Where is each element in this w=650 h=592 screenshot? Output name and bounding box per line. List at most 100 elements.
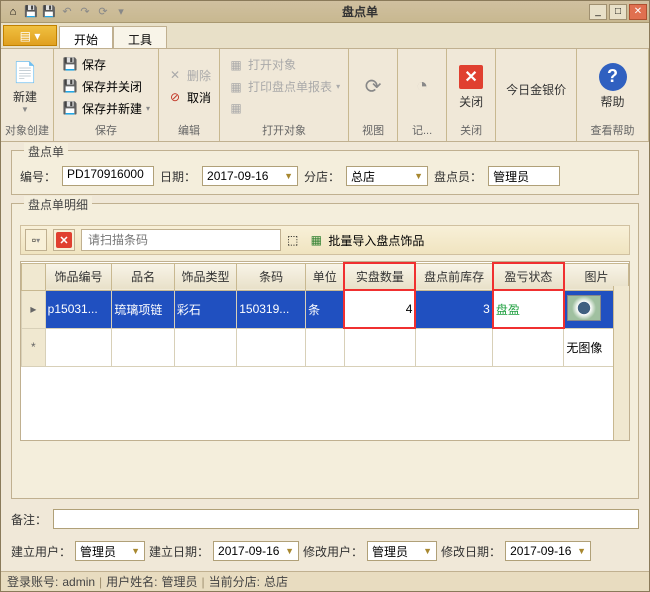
disk-close-icon: 💾 (62, 78, 78, 94)
status-user: 管理员 (162, 573, 198, 590)
mod-user-select[interactable]: 管理员▼ (367, 541, 437, 561)
clerk-select[interactable]: 管理员 (488, 166, 560, 186)
create-user-select[interactable]: 管理员▼ (75, 541, 145, 561)
barcode-icon: ⬚ (287, 233, 298, 247)
barcode-input[interactable] (81, 229, 281, 251)
undo-icon[interactable]: ↶ (59, 4, 75, 20)
delete-row-button[interactable]: ✕ (53, 229, 75, 251)
close-x-icon: ✕ (457, 63, 485, 91)
save-close-icon[interactable]: 💾 (41, 4, 57, 20)
print-icon: ▦ (228, 79, 244, 95)
add-row-button[interactable]: ▫▾ (25, 229, 47, 251)
dropdown-icon[interactable]: ▾ (113, 4, 129, 20)
clerk-label: 盘点员： (434, 168, 482, 185)
detail-grid: 饰品编号 品名 饰品类型 条码 单位 实盘数量 盘点前库存 盈亏状态 图片 ▸ … (20, 261, 630, 441)
open-icon: ▦ (228, 57, 244, 73)
remark-label: 备注： (11, 511, 47, 528)
disk-new-icon: 💾 (62, 100, 78, 116)
group-help-label: 查看帮助 (581, 121, 644, 139)
detail-legend: 盘点单明细 (24, 196, 92, 213)
ribbon: 📄 新建 ▼ 对象创建 💾保存 💾保存并关闭 💾保存并新建▾ 保存 ✕删除 ⊘取… (1, 49, 649, 142)
new-row-indicator: * (22, 328, 46, 366)
group-save-label: 保存 (58, 121, 154, 139)
grid-header-row: 饰品编号 品名 饰品类型 条码 单位 实盘数量 盘点前库存 盈亏状态 图片 (22, 263, 629, 290)
minimize-button[interactable]: _ (589, 4, 607, 20)
group-create-label: 对象创建 (5, 121, 49, 139)
date-label: 日期： (160, 168, 196, 185)
app-menu-button[interactable]: ▤ ▾ (3, 25, 57, 46)
save-button[interactable]: 💾保存 (58, 54, 154, 75)
delete-icon: ✕ (167, 67, 183, 83)
group-close-label: 关闭 (451, 121, 491, 139)
group-open-label: 打开对象 (224, 121, 344, 139)
disk-icon: 💾 (62, 56, 78, 72)
header-fieldset: 盘点单 编号： PD170916000 日期： 2017-09-16▼ 分店： … (11, 150, 639, 195)
new-icon: 📄 (11, 58, 39, 86)
close-button[interactable]: ✕ (629, 4, 647, 20)
titlebar: ⌂ 💾 💾 ↶ ↷ ⟳ ▾ 盘点单 _ □ ✕ (1, 1, 649, 23)
thumb-image (567, 295, 601, 321)
col-status[interactable]: 盈亏状态 (493, 263, 564, 290)
status-account: admin (62, 575, 95, 589)
col-unit[interactable]: 单位 (306, 263, 345, 290)
status-account-label: 登录账号: (7, 573, 58, 590)
save-icon[interactable]: 💾 (23, 4, 39, 20)
import-icon: ▦ (308, 232, 324, 248)
maximize-button[interactable]: □ (609, 4, 627, 20)
col-barcode[interactable]: 条码 (237, 263, 306, 290)
branch-select[interactable]: 总店▼ (346, 166, 428, 186)
col-actual[interactable]: 实盘数量 (344, 263, 415, 290)
date-picker[interactable]: 2017-09-16▼ (202, 166, 298, 186)
open-extra-button[interactable]: ▦ (224, 98, 344, 118)
help-icon: ? (599, 63, 627, 91)
chevron-down-icon: ▼ (21, 105, 29, 114)
branch-label: 分店： (304, 168, 340, 185)
col-before[interactable]: 盘点前库存 (415, 263, 492, 290)
app-window: ⌂ 💾 💾 ↶ ↷ ⟳ ▾ 盘点单 _ □ ✕ ▤ ▾ 开始 工具 📄 新建 ▼ (0, 0, 650, 592)
group-view-label: 视图 (353, 121, 393, 139)
status-user-label: 用户姓名: (106, 573, 157, 590)
meta-row: 建立用户： 管理员▼ 建立日期： 2017-09-16▼ 修改用户： 管理员▼ … (11, 539, 639, 563)
bulk-import-button[interactable]: ▦批量导入盘点饰品 (304, 230, 428, 251)
statusbar: 登录账号: admin | 用户姓名: 管理员 | 当前分店: 总店 (1, 571, 649, 591)
open-object-button[interactable]: ▦打开对象 (224, 54, 344, 75)
row-indicator: ▸ (22, 290, 46, 328)
col-code[interactable]: 饰品编号 (45, 263, 112, 290)
col-name[interactable]: 品名 (112, 263, 174, 290)
create-date-picker[interactable]: 2017-09-16▼ (213, 541, 299, 561)
doc-icon: ▦ (228, 100, 244, 116)
table-row[interactable]: * 无图像 (22, 328, 629, 366)
status-branch: 总店 (264, 573, 288, 590)
remark-input[interactable] (53, 509, 639, 529)
tab-start[interactable]: 开始 (59, 26, 113, 48)
redo-icon[interactable]: ↷ (77, 4, 93, 20)
home-icon[interactable]: ⌂ (5, 4, 21, 20)
window-title: 盘点单 (133, 3, 587, 20)
table-row[interactable]: ▸ p15031... 琉璃项链 彩石 150319... 条 4 3 盘盈 (22, 290, 629, 328)
cancel-button[interactable]: ⊘取消 (163, 87, 215, 108)
refresh-view-icon: ⟳ (359, 72, 387, 100)
remark-row: 备注： (11, 507, 639, 531)
detail-toolbar: ▫▾ ✕ ⬚ ▦批量导入盘点饰品 (20, 225, 630, 255)
chevron-down-icon: ▼ (414, 171, 423, 181)
close-doc-button[interactable]: ✕关闭 (451, 59, 491, 114)
today-price-button[interactable]: 今日金银价 (500, 75, 572, 102)
vertical-scrollbar[interactable] (613, 286, 629, 440)
new-button[interactable]: 📄 新建 ▼ (5, 54, 45, 118)
no-input[interactable]: PD170916000 (62, 166, 154, 186)
save-new-button[interactable]: 💾保存并新建▾ (58, 98, 154, 119)
tab-tools[interactable]: 工具 (113, 26, 167, 48)
print-report-button[interactable]: ▦打印盘点单报表▾ (224, 76, 344, 97)
mod-date-picker[interactable]: 2017-09-16▼ (505, 541, 591, 561)
delete-button[interactable]: ✕删除 (163, 65, 215, 86)
col-type[interactable]: 饰品类型 (174, 263, 236, 290)
save-close-button[interactable]: 💾保存并关闭 (58, 76, 154, 97)
view-button[interactable]: ⟳ (353, 68, 393, 104)
delete-x-icon: ✕ (56, 232, 72, 248)
refresh-icon[interactable]: ⟳ (95, 4, 111, 20)
log-button[interactable]: ◔ (402, 68, 442, 104)
menubar: ▤ ▾ 开始 工具 (1, 23, 649, 49)
cancel-icon: ⊘ (167, 89, 183, 105)
help-button[interactable]: ?帮助 (593, 59, 633, 114)
no-label: 编号： (20, 168, 56, 185)
